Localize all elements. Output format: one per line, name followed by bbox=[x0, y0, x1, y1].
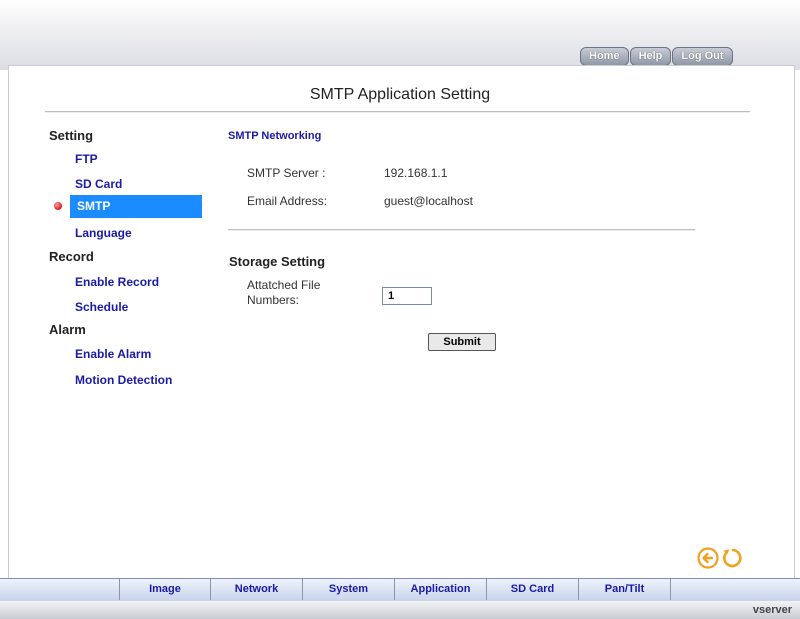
tab-network[interactable]: Network bbox=[211, 579, 303, 600]
back-arrow-icon[interactable] bbox=[697, 547, 719, 569]
smtp-server-value: 192.168.1.1 bbox=[384, 166, 448, 180]
tab-application[interactable]: Application bbox=[395, 579, 487, 600]
email-address-label: Email Address: bbox=[247, 194, 328, 208]
tab-image[interactable]: Image bbox=[119, 579, 211, 600]
sidebar-item-ftp[interactable]: FTP bbox=[75, 152, 98, 166]
sidebar-item-smtp[interactable]: SMTP bbox=[70, 195, 202, 218]
storage-setting-heading: Storage Setting bbox=[229, 254, 326, 269]
smtp-server-label: SMTP Server : bbox=[247, 166, 326, 180]
footer-bar bbox=[0, 601, 800, 619]
sidebar-heading-setting: Setting bbox=[49, 128, 94, 143]
refresh-icon[interactable] bbox=[721, 547, 743, 569]
attached-file-numbers-input[interactable] bbox=[382, 287, 432, 305]
footer-brand: vserver bbox=[752, 604, 792, 616]
smtp-networking-heading: SMTP Networking bbox=[228, 130, 322, 142]
submit-button[interactable]: Submit bbox=[428, 333, 496, 351]
content-panel bbox=[8, 65, 795, 579]
sidebar-item-schedule[interactable]: Schedule bbox=[75, 300, 128, 314]
email-address-value: guest@localhost bbox=[384, 194, 473, 208]
tab-pan-tilt[interactable]: Pan/Tilt bbox=[579, 579, 671, 600]
tab-system[interactable]: System bbox=[303, 579, 395, 600]
logout-button[interactable]: Log Out bbox=[672, 47, 733, 66]
sidebar-item-sd-card[interactable]: SD Card bbox=[75, 177, 122, 191]
title-divider bbox=[45, 111, 750, 113]
sidebar-item-language[interactable]: Language bbox=[75, 226, 132, 240]
help-button[interactable]: Help bbox=[629, 47, 672, 66]
top-nav: Home Help Log Out bbox=[580, 47, 734, 66]
tab-bar: Image Network System Application SD Card… bbox=[119, 579, 671, 600]
page-title: SMTP Application Setting bbox=[309, 86, 491, 103]
sidebar-heading-record: Record bbox=[49, 249, 94, 264]
sidebar-heading-alarm: Alarm bbox=[49, 322, 86, 337]
active-bullet-icon bbox=[54, 202, 62, 210]
sidebar-item-enable-record[interactable]: Enable Record bbox=[75, 275, 159, 289]
sidebar-item-enable-alarm[interactable]: Enable Alarm bbox=[75, 347, 151, 361]
sidebar-item-motion-detection[interactable]: Motion Detection bbox=[75, 373, 172, 387]
home-button[interactable]: Home bbox=[580, 47, 629, 66]
attached-file-numbers-label: Attatched File Numbers: bbox=[247, 278, 321, 307]
section-divider bbox=[228, 229, 695, 231]
tab-sd-card[interactable]: SD Card bbox=[487, 579, 579, 600]
